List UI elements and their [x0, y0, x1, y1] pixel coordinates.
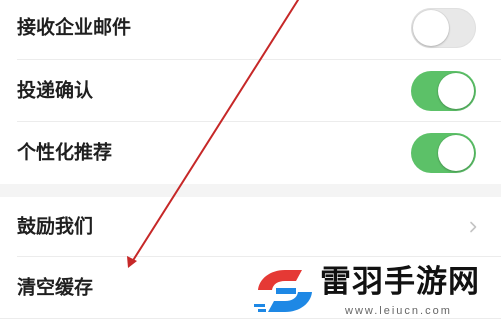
setting-row-delivery-confirm[interactable]: 投递确认 — [0, 60, 501, 122]
toggle-knob — [438, 73, 474, 109]
setting-row-enterprise-mail[interactable]: 接收企业邮件 — [0, 0, 501, 59]
settings-screen: 接收企业邮件 投递确认 个性化推荐 鼓励我们 清空缓存 雷羽手游网 www.le… — [0, 0, 501, 329]
toggle-knob — [413, 10, 449, 46]
setting-row-personalized-recommend[interactable]: 个性化推荐 — [0, 122, 501, 184]
setting-row-encourage-us[interactable]: 鼓励我们 — [0, 197, 501, 257]
toggle-knob — [438, 135, 474, 171]
chevron-right-icon — [470, 221, 477, 233]
delivery-confirm-toggle[interactable] — [411, 71, 476, 111]
setting-label-personalized-recommend: 个性化推荐 — [17, 141, 113, 164]
setting-label-enterprise-mail: 接收企业邮件 — [17, 16, 132, 39]
setting-row-clear-cache[interactable]: 清空缓存 — [0, 257, 501, 319]
row-divider — [0, 318, 501, 319]
enterprise-mail-toggle[interactable] — [411, 8, 476, 48]
setting-label-clear-cache: 清空缓存 — [17, 276, 94, 299]
personalized-recommend-toggle[interactable] — [411, 133, 476, 173]
setting-label-delivery-confirm: 投递确认 — [17, 79, 94, 102]
setting-label-encourage-us: 鼓励我们 — [17, 215, 94, 238]
